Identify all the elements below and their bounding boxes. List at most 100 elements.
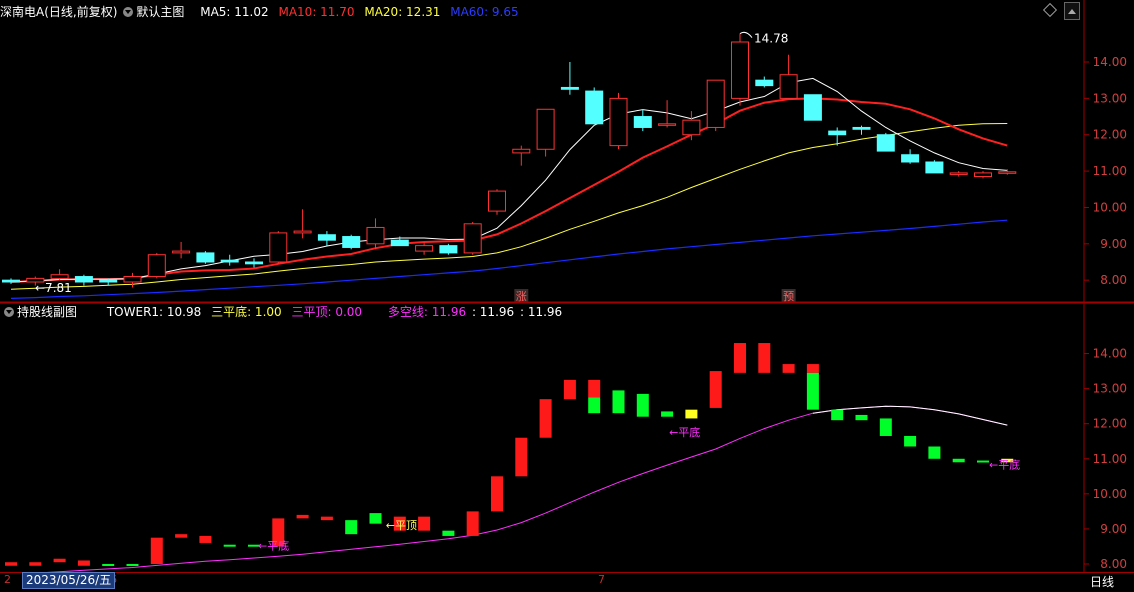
scroll-up-button[interactable] <box>1064 2 1080 20</box>
candle[interactable] <box>488 190 506 212</box>
tower-bar[interactable] <box>77 560 90 566</box>
tower-bar[interactable] <box>102 563 115 566</box>
tower-bar[interactable] <box>831 409 844 421</box>
pingdi-annotation: ←平底 <box>669 425 700 439</box>
candle[interactable] <box>925 161 944 174</box>
max-arrow <box>739 31 753 38</box>
candle[interactable] <box>2 279 20 283</box>
tower-bar[interactable] <box>928 446 941 459</box>
pingdi-annotation: ←平底 <box>989 458 1020 472</box>
signal-yu: 预 <box>783 290 794 303</box>
tower-bar[interactable] <box>369 513 382 524</box>
candle[interactable] <box>74 276 93 283</box>
candle[interactable] <box>99 279 118 283</box>
tower-bar[interactable] <box>588 379 601 398</box>
candle[interactable] <box>609 97 628 147</box>
tower-bar[interactable] <box>904 435 917 447</box>
template-label: 默认主图 <box>136 5 185 19</box>
candle[interactable] <box>876 134 895 152</box>
candle[interactable] <box>828 130 847 136</box>
candle[interactable] <box>147 254 166 278</box>
candle[interactable] <box>658 123 677 126</box>
tower-bar[interactable] <box>734 343 746 373</box>
candle[interactable] <box>998 171 1017 174</box>
candle[interactable] <box>803 94 822 121</box>
tower-bar[interactable] <box>320 516 333 521</box>
tower-bar[interactable] <box>515 437 528 477</box>
main-y-tick-label: 12.00 <box>1093 128 1127 142</box>
candle[interactable] <box>366 226 385 245</box>
indicator-dropdown[interactable]: 持股线副图 <box>4 305 83 319</box>
candle[interactable] <box>706 79 725 128</box>
stock-title[interactable]: 深南电A(日线,前复权) <box>0 5 117 19</box>
ma20-label: MA20: 12.31 <box>364 5 441 19</box>
candle[interactable] <box>220 259 239 263</box>
candle[interactable] <box>949 172 968 175</box>
candle[interactable] <box>779 74 798 99</box>
pingding-label: 三平顶: 0.00 <box>291 305 363 319</box>
candle[interactable] <box>415 245 434 252</box>
ma5-line <box>10 77 1008 283</box>
tower-bar[interactable] <box>612 390 625 414</box>
time-tick-left: 2 <box>4 573 11 586</box>
tower-bar[interactable] <box>539 399 552 438</box>
main-y-tick-label: 8.00 <box>1100 273 1127 287</box>
tower-bar[interactable] <box>782 364 795 373</box>
tower-bar[interactable] <box>126 563 139 566</box>
tower-bar[interactable] <box>855 414 868 421</box>
candle[interactable] <box>293 230 312 234</box>
tower-bar[interactable] <box>199 535 212 543</box>
tower-bar[interactable] <box>709 371 722 408</box>
candle[interactable] <box>269 232 288 263</box>
candle[interactable] <box>901 154 920 163</box>
tower-bar[interactable] <box>175 534 188 538</box>
tower-bar[interactable] <box>5 562 17 566</box>
candle[interactable] <box>974 172 992 178</box>
candle[interactable] <box>682 119 701 136</box>
tower-bar[interactable] <box>418 516 431 531</box>
candle[interactable] <box>439 245 458 254</box>
tower-bar[interactable] <box>53 558 66 563</box>
time-axis[interactable] <box>0 572 1134 589</box>
tower-bar[interactable] <box>563 379 576 400</box>
tower-bar[interactable] <box>952 458 965 463</box>
tower-bar[interactable] <box>296 514 309 519</box>
candle[interactable] <box>390 239 409 247</box>
tower-bar[interactable] <box>879 418 892 436</box>
candle[interactable] <box>196 252 215 263</box>
ma60-label: MA60: 9.65 <box>450 5 519 19</box>
candle[interactable] <box>172 250 191 254</box>
candle[interactable] <box>463 223 482 254</box>
candle[interactable] <box>245 261 263 265</box>
tower-bar[interactable] <box>150 537 163 564</box>
tower-bar[interactable] <box>29 562 42 566</box>
candle[interactable] <box>512 148 531 154</box>
candle[interactable] <box>755 79 774 87</box>
candle[interactable] <box>633 116 652 128</box>
template-dropdown[interactable]: 默认主图 <box>123 5 190 19</box>
candle[interactable] <box>123 276 142 283</box>
tower-bar[interactable] <box>636 393 649 417</box>
tower-bar[interactable] <box>223 544 236 547</box>
tower-bar[interactable] <box>588 397 601 414</box>
tower-bar[interactable] <box>345 520 358 535</box>
tower-bar[interactable] <box>806 372 819 410</box>
period-label[interactable]: 日线 <box>1090 573 1114 590</box>
candle[interactable] <box>585 90 604 125</box>
candle[interactable] <box>50 274 69 279</box>
tower-bar[interactable] <box>491 476 503 512</box>
candle[interactable] <box>731 41 749 99</box>
candle[interactable] <box>342 236 361 248</box>
tower-bar[interactable] <box>466 511 479 536</box>
tower-bar[interactable] <box>758 343 771 373</box>
chart-canvas[interactable]: 8.00 9.00 10.00 11.00 12.00 13.00 14.00 8.00 9.0… <box>0 0 1134 588</box>
candle[interactable] <box>317 234 336 241</box>
candle[interactable] <box>560 86 579 90</box>
candle[interactable] <box>852 126 871 130</box>
tower-bar[interactable] <box>442 530 455 536</box>
tower-bar[interactable] <box>806 364 819 373</box>
tower-bar[interactable] <box>977 460 989 463</box>
candle[interactable] <box>536 108 555 150</box>
tower-bar[interactable] <box>685 409 698 419</box>
tower-bar[interactable] <box>661 411 674 417</box>
